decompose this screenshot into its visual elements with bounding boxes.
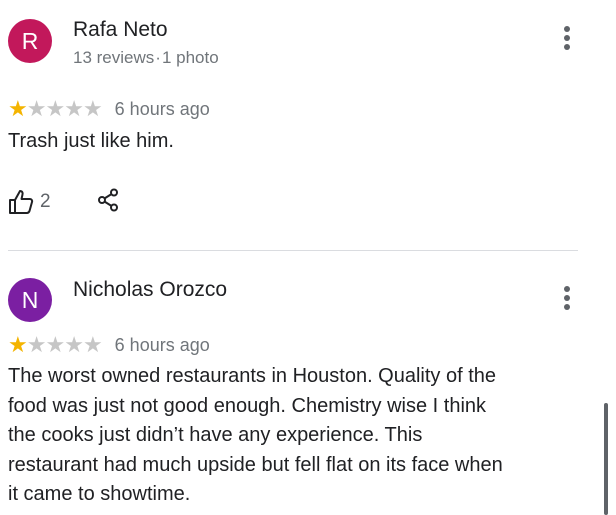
reviewer-meta: 13 reviews·1 photo [73, 48, 219, 68]
star-empty-icon: ★ [26, 96, 47, 121]
star-filled-icon: ★ [8, 332, 28, 357]
review-text: Trash just like him. [8, 130, 174, 152]
star-empty-icon: ★ [82, 332, 103, 357]
star-empty-icon: ★ [45, 96, 65, 121]
star-rating: ★★★★★ [8, 332, 103, 358]
star-empty-icon: ★ [64, 332, 84, 357]
review-time: 6 hours ago [114, 98, 210, 119]
review-text-line: it came to showtime. [8, 483, 191, 505]
review-text-line: The worst owned restaurants in Houston. … [8, 365, 497, 387]
review-text-line: the cooks just didn’t have any experienc… [8, 424, 423, 446]
rating-row: ★★★★★ 6 hours ago [8, 332, 210, 358]
star-empty-icon: ★ [64, 96, 84, 121]
review-text-line: restaurant had much upside but fell flat… [8, 453, 503, 476]
share-button[interactable] [96, 188, 120, 217]
review-text: The worst owned restaurants in Houston. … [8, 362, 568, 510]
more-vert-icon[interactable] [557, 286, 577, 314]
share-icon [98, 188, 118, 212]
review-time: 6 hours ago [114, 334, 210, 355]
avatar[interactable]: R [8, 19, 52, 63]
star-empty-icon: ★ [82, 96, 103, 121]
reviews-count: 13 reviews [73, 48, 155, 67]
rating-row: ★★★★★ 6 hours ago [8, 96, 210, 122]
star-empty-icon: ★ [45, 332, 65, 357]
star-empty-icon: ★ [26, 332, 47, 357]
reviewer-name[interactable]: Rafa Neto [73, 18, 168, 42]
reviewer-name[interactable]: Nicholas Orozco [73, 278, 227, 302]
more-vert-icon[interactable] [557, 26, 577, 54]
avatar[interactable]: N [8, 278, 52, 322]
thumbs-up-icon [9, 190, 34, 214]
star-rating: ★★★★★ [8, 96, 103, 122]
like-count: 2 [40, 191, 51, 212]
star-filled-icon: ★ [8, 96, 28, 121]
divider [8, 250, 578, 251]
review-card: R Rafa Neto 13 reviews·1 photo ★★★★★ 6 ho… [0, 0, 616, 252]
photos-count: 1 photo [161, 48, 219, 67]
meta-separator: · [155, 48, 161, 67]
scrollbar[interactable] [604, 403, 608, 515]
review-card: N Nicholas Orozco ★★★★★ 6 hours ago The w… [0, 252, 616, 515]
review-text-line: food was just not good enough. Chemistry… [8, 394, 487, 417]
